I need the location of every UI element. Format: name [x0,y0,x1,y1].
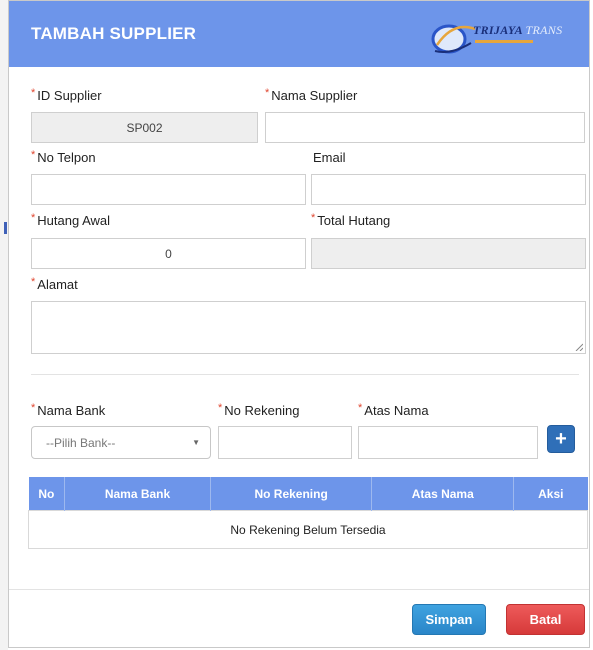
atas-nama-label-text: Atas Nama [364,403,429,418]
cancel-button[interactable]: Batal [506,604,585,635]
background-mark [4,222,7,234]
col-header-no-rekening: No Rekening [210,477,373,511]
atas-nama-label: * Atas Nama [358,402,429,418]
required-mark: * [31,276,36,288]
hutang-awal-value: 0 [165,246,172,261]
no-rekening-input[interactable] [218,426,352,459]
section-divider [31,374,579,375]
nama-supplier-label: * Nama Supplier [265,87,358,103]
chevron-down-icon: ▼ [192,438,200,447]
col-header-aksi: Aksi [513,477,588,511]
rekening-table: No Nama Bank No Rekening Atas Nama Aksi … [28,477,588,549]
resize-grip-icon[interactable] [575,343,583,351]
hutang-awal-label-text: Hutang Awal [37,213,111,228]
atas-nama-input[interactable] [358,426,538,459]
table-header-row: No Nama Bank No Rekening Atas Nama Aksi [28,477,588,511]
hutang-awal-input[interactable]: 0 [31,238,306,269]
alamat-label-text: Alamat [37,277,78,292]
email-label-text: Email [313,150,346,165]
nama-bank-selected: --Pilih Bank-- [46,436,116,450]
required-mark: * [31,149,36,161]
logo-tagline-bar [475,40,533,43]
nama-bank-label-text: Nama Bank [37,403,106,418]
id-supplier-label: * ID Supplier [31,87,102,103]
logo-swoosh-icon [431,24,476,54]
id-supplier-label-text: ID Supplier [37,88,102,103]
required-mark: * [31,402,36,414]
nama-supplier-input[interactable] [265,112,585,143]
company-logo: TRIJAYA TRANS [429,15,589,59]
nama-bank-select[interactable]: --Pilih Bank-- ▼ [31,426,211,459]
no-telpon-input[interactable] [31,174,306,205]
alamat-label: * Alamat [31,276,78,292]
plus-icon: + [555,427,567,450]
no-rekening-label-text: No Rekening [224,403,300,418]
total-hutang-label: * Total Hutang [311,212,391,228]
add-bank-button[interactable]: + [547,425,575,453]
col-header-no: No [28,477,66,511]
logo-tagline [475,39,533,45]
email-input[interactable] [311,174,586,205]
table-empty-row: No Rekening Belum Tersedia [28,510,588,549]
required-mark: * [311,212,316,224]
email-label: Email [313,150,346,165]
nama-bank-label: * Nama Bank [31,402,106,418]
logo-brand-suffix: TRANS [525,23,563,37]
total-hutang-label-text: Total Hutang [317,213,391,228]
logo-brand: TRIJAYA TRANS [473,23,562,38]
save-button[interactable]: Simpan [412,604,486,635]
logo-brand-name: TRIJAYA [473,23,523,37]
modal-title: TAMBAH SUPPLIER [31,24,197,43]
hutang-awal-label: * Hutang Awal [31,212,111,228]
no-rekening-label: * No Rekening [218,402,300,418]
footer-divider [9,589,589,590]
nama-supplier-label-text: Nama Supplier [271,88,358,103]
required-mark: * [218,402,223,414]
background-edge [0,0,8,650]
col-header-atas-nama: Atas Nama [371,477,515,511]
col-header-nama-bank: Nama Bank [64,477,211,511]
id-supplier-field: SP002 [31,112,258,143]
alamat-textarea[interactable] [31,301,586,354]
modal-header: TAMBAH SUPPLIER TRIJAYA TRANS [9,1,589,67]
total-hutang-field [311,238,586,269]
no-telpon-label: * No Telpon [31,149,96,165]
no-telpon-label-text: No Telpon [37,150,96,165]
required-mark: * [31,87,36,99]
add-supplier-modal: TAMBAH SUPPLIER TRIJAYA TRANS * ID Suppli… [8,0,590,648]
id-supplier-value: SP002 [126,120,163,135]
empty-message: No Rekening Belum Tersedia [28,510,588,549]
required-mark: * [265,87,270,99]
required-mark: * [31,212,36,224]
required-mark: * [358,402,363,414]
